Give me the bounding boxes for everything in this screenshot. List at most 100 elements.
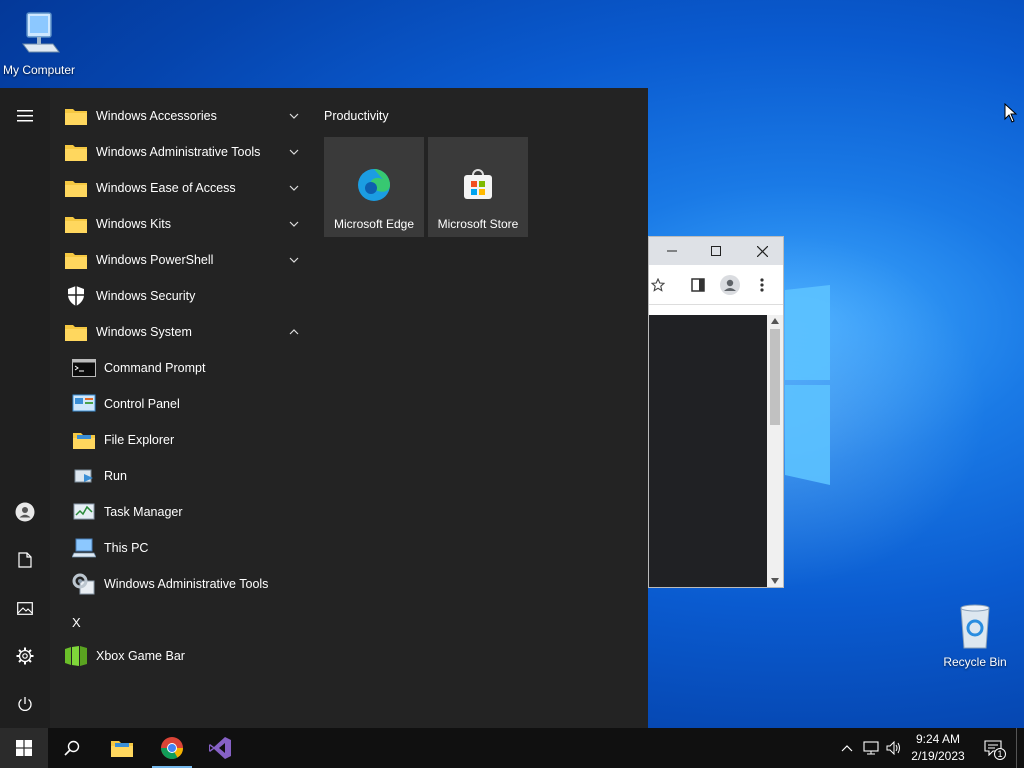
app-file-explorer[interactable]: File Explorer (50, 422, 308, 458)
bookmark-button[interactable] (647, 274, 669, 296)
show-hidden-icons-button[interactable] (838, 728, 856, 768)
clock-date: 2/19/2023 (911, 749, 965, 763)
app-label: Windows Kits (96, 217, 172, 231)
settings-button[interactable] (0, 636, 50, 676)
start-button[interactable] (0, 728, 48, 768)
show-desktop-button[interactable] (1016, 728, 1024, 768)
scrollbar-thumb[interactable] (770, 329, 780, 425)
scroll-up-arrow-icon[interactable] (771, 318, 779, 324)
chevron-down-icon[interactable] (288, 254, 300, 266)
folder-icon (64, 104, 88, 128)
app-task-manager[interactable]: Task Manager (50, 494, 308, 530)
close-icon (756, 245, 768, 257)
mouse-cursor-icon (1004, 103, 1018, 123)
network-icon (863, 741, 879, 755)
scroll-down-arrow-icon[interactable] (771, 578, 779, 584)
chevron-up-icon[interactable] (288, 326, 300, 338)
side-panel-button[interactable] (687, 274, 709, 296)
maximize-icon (711, 246, 721, 256)
window-titlebar[interactable] (649, 237, 783, 265)
network-button[interactable] (860, 728, 882, 768)
taskbar-file-explorer[interactable] (98, 728, 146, 768)
app-label: Windows Security (96, 289, 196, 303)
edge-icon (358, 169, 390, 201)
chevron-down-icon[interactable] (288, 218, 300, 230)
profile-button[interactable] (719, 274, 741, 296)
app-this-pc[interactable]: This PC (50, 530, 308, 566)
profile-icon (720, 275, 740, 295)
task-manager-icon (72, 500, 96, 524)
browser-content[interactable] (649, 315, 767, 587)
tile-microsoft-store[interactable]: Microsoft Store (428, 137, 528, 237)
user-account-button[interactable] (0, 492, 50, 532)
folder-icon (64, 140, 88, 164)
admin-tools-icon (72, 572, 96, 596)
app-label: Xbox Game Bar (96, 649, 185, 663)
search-icon (64, 740, 80, 756)
file-explorer-icon (72, 428, 96, 452)
minimize-icon (667, 250, 677, 252)
app-control-panel[interactable]: Control Panel (50, 386, 308, 422)
folder-icon (64, 176, 88, 200)
tile-group-title[interactable]: Productivity (324, 109, 389, 123)
volume-button[interactable] (884, 728, 904, 768)
app-windows-system[interactable]: Windows System (50, 314, 308, 350)
app-label: This PC (104, 541, 149, 555)
app-windows-ease-of-access[interactable]: Windows Ease of Access (50, 170, 308, 206)
windows-start-icon (16, 740, 32, 756)
hamburger-menu-icon (17, 110, 33, 122)
more-menu-button[interactable] (751, 274, 773, 296)
action-center-button[interactable]: 1 (978, 728, 1008, 768)
shield-icon (64, 284, 88, 308)
recycle-bin-icon (960, 604, 990, 649)
tile-label: Microsoft Edge (333, 217, 415, 231)
notification-badge: 1 (994, 748, 1006, 760)
tile-microsoft-edge[interactable]: Microsoft Edge (324, 137, 424, 237)
tile-label: Microsoft Store (437, 217, 519, 231)
chevron-down-icon[interactable] (288, 110, 300, 122)
app-list: Windows Accessories Windows Administrati… (50, 88, 308, 728)
app-run[interactable]: Run (50, 458, 308, 494)
expand-menu-button[interactable] (0, 96, 50, 136)
app-command-prompt[interactable]: Command Prompt (50, 350, 308, 386)
clock-time: 9:24 AM (915, 732, 961, 746)
desktop-icon-my-computer[interactable]: My Computer (0, 10, 81, 77)
vertical-scrollbar[interactable] (767, 315, 783, 587)
taskbar: 9:24 AM 2/19/2023 1 (0, 728, 1024, 768)
minimize-button[interactable] (649, 237, 695, 265)
app-label: Windows System (96, 325, 192, 339)
maximize-button[interactable] (693, 237, 739, 265)
app-windows-kits[interactable]: Windows Kits (50, 206, 308, 242)
folder-icon (64, 320, 88, 344)
browser-toolbar (649, 265, 783, 305)
pictures-button[interactable] (0, 588, 50, 628)
app-windows-powershell[interactable]: Windows PowerShell (50, 242, 308, 278)
app-windows-administrative-tools[interactable]: Windows Administrative Tools (50, 566, 308, 602)
more-menu-icon (760, 278, 764, 292)
control-panel-icon (72, 392, 96, 416)
taskbar-visual-studio[interactable] (196, 728, 244, 768)
clock[interactable]: 9:24 AM 2/19/2023 (904, 731, 972, 765)
app-label: Windows Administrative Tools (96, 145, 261, 159)
computer-icon (22, 12, 60, 53)
app-label: Windows Ease of Access (96, 181, 236, 195)
command-prompt-icon (72, 356, 96, 380)
desktop-icon-label: Recycle Bin (943, 655, 1007, 669)
documents-button[interactable] (0, 540, 50, 580)
chrome-icon (161, 737, 183, 759)
visual-studio-icon (209, 737, 231, 759)
app-label: File Explorer (104, 433, 175, 447)
app-windows-accessories[interactable]: Windows Accessories (50, 98, 308, 134)
chrome-window[interactable] (648, 236, 784, 588)
app-xbox-game-bar[interactable]: Xbox Game Bar (50, 638, 308, 674)
close-button[interactable] (739, 237, 785, 265)
letter-heading-x[interactable]: X (72, 615, 81, 630)
chevron-down-icon[interactable] (288, 146, 300, 158)
desktop-icon-recycle-bin[interactable]: Recycle Bin (933, 602, 1017, 669)
taskbar-chrome[interactable] (148, 728, 196, 768)
power-button[interactable] (0, 684, 50, 724)
search-button[interactable] (48, 728, 96, 768)
app-windows-administrative-tools-folder[interactable]: Windows Administrative Tools (50, 134, 308, 170)
chevron-down-icon[interactable] (288, 182, 300, 194)
app-windows-security[interactable]: Windows Security (50, 278, 308, 314)
